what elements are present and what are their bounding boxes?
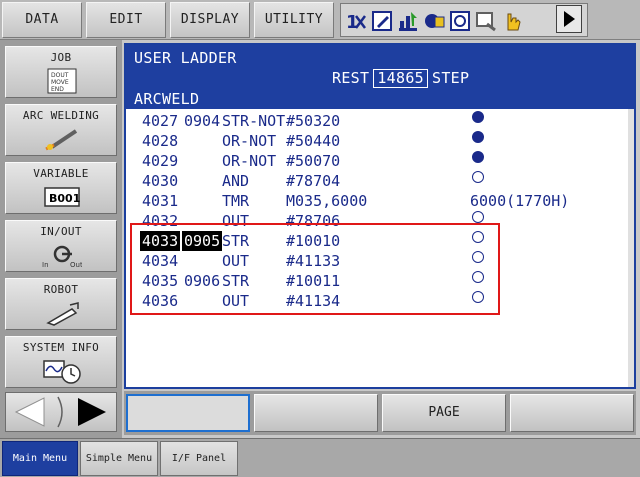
- argument: #50070: [286, 152, 341, 170]
- robot-menu-button[interactable]: ROBOT: [5, 278, 117, 330]
- security-mode-icon: [425, 14, 445, 28]
- softkey-4[interactable]: [510, 394, 634, 432]
- tab-main-menu[interactable]: Main Menu: [2, 441, 78, 476]
- line-number: 4031: [142, 192, 179, 210]
- signal-on-icon: [472, 131, 484, 143]
- job-menu-button[interactable]: JOB DOUT MOVE END: [5, 46, 117, 98]
- rest-value: 14865: [373, 69, 428, 88]
- signal-on-icon: [472, 111, 484, 123]
- signal-on-icon: [472, 151, 484, 163]
- svg-text:END: END: [51, 86, 64, 93]
- group-axes-icon: 1: [346, 12, 366, 33]
- system-info-menu-button[interactable]: SYSTEM INFO: [5, 336, 117, 388]
- job-name: ARCWELD: [134, 90, 200, 108]
- step-mode-icon: [476, 12, 496, 32]
- in-out-icon: In Out: [42, 245, 82, 269]
- robot-arm-icon: [46, 302, 79, 326]
- instruction: OR-NOT: [222, 152, 277, 170]
- job-label: JOB: [50, 51, 72, 64]
- line-number: 4029: [142, 152, 179, 170]
- tab-simple-menu[interactable]: Simple Menu: [80, 441, 158, 476]
- tab-if-panel[interactable]: I/F Panel: [160, 441, 238, 476]
- menu-page-arrows: [5, 392, 117, 432]
- step-label: STEP: [431, 69, 470, 87]
- line-number: 4030: [142, 172, 179, 190]
- edit-mode-icon: [372, 11, 392, 31]
- ladder-row[interactable]: 4029 OR-NOT #50070: [126, 151, 626, 171]
- status-area: 1: [340, 3, 588, 37]
- in-out-label: IN/OUT: [40, 225, 82, 238]
- instruction: TMR: [222, 192, 250, 210]
- arc-welding-label: ARC WELDING: [22, 109, 100, 122]
- signal-off-icon: [472, 211, 484, 223]
- timer-value: 6000(1770H): [470, 192, 570, 210]
- welding-torch-icon: [45, 129, 78, 151]
- in-out-menu-button[interactable]: IN/OUT In Out: [5, 220, 117, 272]
- argument: #50440: [286, 132, 341, 150]
- svg-text:Out: Out: [70, 261, 82, 269]
- argument: #50320: [286, 112, 341, 130]
- variable-icon: B001: [44, 187, 80, 207]
- hand-teach-icon: [507, 13, 521, 31]
- cycle-icon: [399, 12, 417, 31]
- main-menu-panel: JOB DOUT MOVE END ARC WELDING VARIABLE B…: [0, 40, 122, 438]
- softkey-2[interactable]: [254, 394, 378, 432]
- bottom-tab-bar: Main Menu Simple Menu I/F Panel: [0, 438, 640, 477]
- window-header: USER LADDER REST 14865 STEP ARCWELD: [126, 45, 634, 109]
- scrollbar[interactable]: [628, 109, 634, 387]
- argument: #78704: [286, 172, 341, 190]
- line-number: 4028: [142, 132, 179, 150]
- rest-step-indicator: REST 14865 STEP: [332, 69, 469, 88]
- instruction: OR-NOT: [222, 132, 277, 150]
- svg-text:DOUT: DOUT: [51, 72, 69, 79]
- rest-label: REST: [332, 69, 370, 87]
- play-arrow-button[interactable]: [556, 5, 582, 33]
- arc-welding-menu-button[interactable]: ARC WELDING: [5, 104, 117, 156]
- svg-text:1: 1: [346, 12, 359, 33]
- ladder-row[interactable]: 4027 0904 STR-NOT #50320: [126, 111, 626, 131]
- svg-text:In: In: [42, 261, 49, 269]
- data-menu-button[interactable]: DATA: [2, 2, 82, 38]
- instruction: AND: [222, 172, 250, 190]
- step-number: 0904: [184, 112, 221, 130]
- menu-arrows-icon[interactable]: [6, 393, 116, 431]
- variable-label: VARIABLE: [33, 167, 89, 180]
- system-info-icon: [43, 360, 81, 384]
- edit-menu-button[interactable]: EDIT: [86, 2, 166, 38]
- variable-menu-button[interactable]: VARIABLE B001: [5, 162, 117, 214]
- soft-key-bar: PAGE: [124, 391, 636, 435]
- svg-text:B001: B001: [49, 192, 80, 205]
- ladder-row[interactable]: 4028 OR-NOT #50440: [126, 131, 626, 151]
- utility-menu-button[interactable]: UTILITY: [254, 2, 334, 38]
- instruction: STR-NOT: [222, 112, 286, 130]
- page-title: USER LADDER: [134, 49, 237, 67]
- user-ladder-window: USER LADDER REST 14865 STEP ARCWELD 4027 09…: [124, 43, 636, 389]
- display-menu-button[interactable]: DISPLAY: [170, 2, 250, 38]
- coordinate-icon: [450, 11, 470, 31]
- robot-label: ROBOT: [43, 283, 79, 296]
- signal-off-icon: [472, 171, 484, 183]
- softkey-1[interactable]: [126, 394, 250, 432]
- page-button[interactable]: PAGE: [382, 394, 506, 432]
- job-icon: DOUT MOVE END: [47, 68, 77, 94]
- system-info-label: SYSTEM INFO: [22, 341, 100, 354]
- svg-text:MOVE: MOVE: [51, 79, 69, 86]
- ladder-row[interactable]: 4030 AND #78704: [126, 171, 626, 191]
- highlight-box: [130, 223, 500, 315]
- line-number: 4027: [142, 112, 179, 130]
- play-arrow-icon: [564, 11, 575, 27]
- ladder-row[interactable]: 4031 TMR M035,6000 6000(1770H): [126, 191, 626, 211]
- argument: M035,6000: [286, 192, 368, 210]
- top-menu-bar: DATA EDIT DISPLAY UTILITY 1: [0, 0, 640, 40]
